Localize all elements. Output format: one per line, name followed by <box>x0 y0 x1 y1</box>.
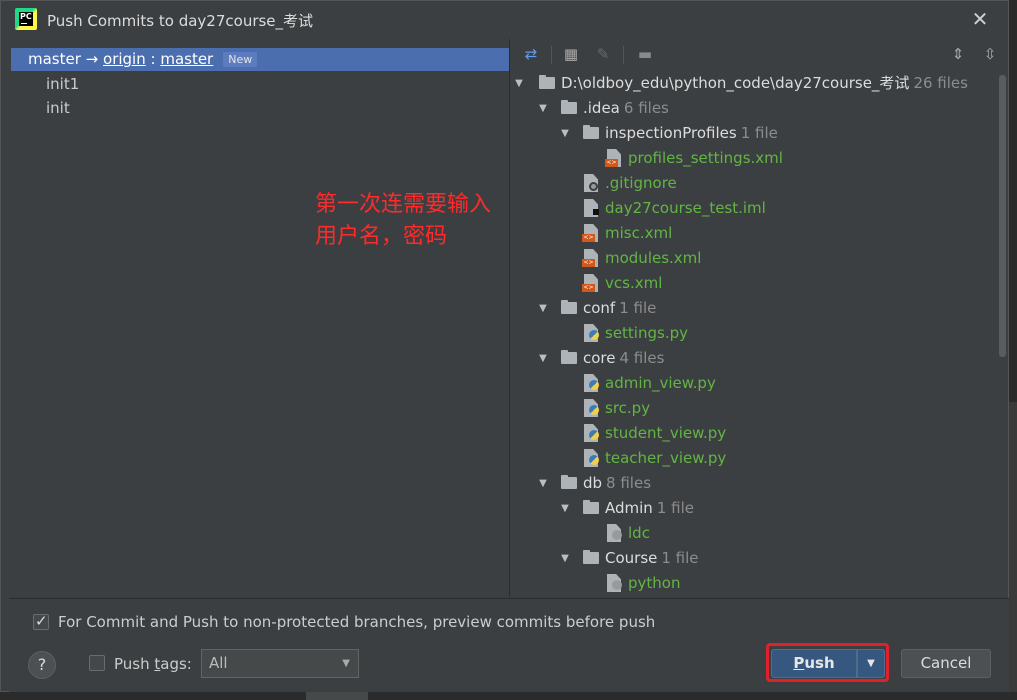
tree-node-label: Course 1 file <box>605 549 699 567</box>
tree-node-label: .idea 6 files <box>583 99 669 117</box>
background-edge <box>1009 0 1017 700</box>
title-bar: PC Push Commits to day27course_考试 ✕ <box>1 1 1008 39</box>
push-tags-label: Push tags: <box>114 655 192 673</box>
chevron-down-icon: ▼ <box>342 658 350 669</box>
push-dropdown-button[interactable]: ▼ <box>857 649 885 678</box>
cancel-button[interactable]: Cancel <box>901 649 991 678</box>
background-edge <box>0 692 1017 700</box>
file-name: teacher_view.py <box>605 449 727 467</box>
commit-item[interactable]: init1 <box>46 75 79 93</box>
bottom-panel: For Commit and Push to non-protected bra… <box>9 598 1009 693</box>
branch-arrow: → <box>80 50 104 68</box>
expand-arrow-icon[interactable]: ▼ <box>559 496 571 521</box>
push-tags-select[interactable]: All ▼ <box>201 649 359 678</box>
annotation-line: 第一次连需要输入 <box>315 192 492 217</box>
new-badge: New <box>223 52 258 67</box>
tree-node-label: core 4 files <box>583 349 665 367</box>
folder-icon <box>561 300 577 314</box>
collapse-all-icon[interactable]: ⇳ <box>980 44 1000 64</box>
dialog-title: Push Commits to day27course_考试 <box>47 12 314 30</box>
branch-row[interactable]: master → origin : master New <box>11 48 509 71</box>
remote-name-link[interactable]: origin <box>103 50 146 68</box>
preview-commits-label: For Commit and Push to non-protected bra… <box>58 613 656 631</box>
file-name: .gitignore <box>605 174 677 192</box>
file-name: ldc <box>628 524 650 542</box>
tree-node-label: conf 1 file <box>583 299 657 317</box>
expand-arrow-icon[interactable]: ▼ <box>559 546 571 571</box>
file-name: student_view.py <box>605 424 727 442</box>
file-name: vcs.xml <box>605 274 663 292</box>
tree-node-label: Admin 1 file <box>605 499 694 517</box>
file-name: src.py <box>605 399 651 417</box>
folder-icon <box>583 125 599 139</box>
preview-commits-checkbox[interactable] <box>33 612 49 630</box>
folder-icon <box>583 550 599 564</box>
file-name: day27course_test.iml <box>605 199 766 217</box>
edit-source-icon[interactable]: ✎ <box>593 44 613 64</box>
file-name: profiles_settings.xml <box>628 149 783 167</box>
expand-arrow-icon[interactable]: ▼ <box>513 71 525 96</box>
chevron-down-icon: ▼ <box>867 658 875 669</box>
tree-node-label: db 8 files <box>583 474 652 492</box>
expand-all-icon[interactable]: ⇕ <box>948 44 968 64</box>
changes-toolbar: ⇄ ▦ ✎ ▬ ⇕ ⇳ <box>511 39 1008 69</box>
expand-arrow-icon[interactable]: ▼ <box>537 296 549 321</box>
group-by-icon[interactable]: ▦ <box>561 44 581 64</box>
file-name: settings.py <box>605 324 688 342</box>
close-icon[interactable]: ✕ <box>969 8 991 30</box>
remote-branch-link[interactable]: master <box>160 50 213 68</box>
folder-icon <box>561 350 577 364</box>
folder-icon <box>561 475 577 489</box>
expand-arrow-icon[interactable]: ▼ <box>537 346 549 371</box>
push-tags-value: All <box>209 654 228 672</box>
tree-node-label: inspectionProfiles 1 file <box>605 124 778 142</box>
view-options-icon[interactable]: ▬ <box>635 44 655 64</box>
changes-pane: ⇄ ▦ ✎ ▬ ⇕ ⇳ ▼ D:\oldboy_edu\python_code\… <box>511 39 1008 597</box>
folder-icon <box>583 500 599 514</box>
annotation-line: 用户名，密码 <box>315 224 448 249</box>
push-commits-dialog: PC Push Commits to day27course_考试 ✕ mast… <box>0 0 1009 693</box>
commit-item[interactable]: init <box>46 99 70 117</box>
push-tags-checkbox[interactable] <box>89 655 105 671</box>
branch-separator: : <box>145 50 161 68</box>
folder-icon <box>539 75 555 89</box>
commits-pane: master → origin : master New init1 init 第… <box>9 39 510 597</box>
help-button[interactable]: ? <box>28 651 56 679</box>
show-diff-icon[interactable]: ⇄ <box>521 44 541 64</box>
annotation-note: 第一次连需要输入 用户名，密码 <box>315 189 535 253</box>
tree-scrollbar[interactable] <box>999 75 1006 357</box>
expand-arrow-icon[interactable]: ▼ <box>537 96 549 121</box>
file-name: misc.xml <box>605 224 673 242</box>
local-branch: master <box>28 50 81 68</box>
push-button[interactable]: Push <box>771 649 857 678</box>
expand-arrow-icon[interactable]: ▼ <box>559 121 571 146</box>
folder-icon <box>561 100 577 114</box>
expand-arrow-icon[interactable]: ▼ <box>537 471 549 496</box>
pycharm-icon: PC <box>15 8 37 30</box>
file-name: python <box>628 574 681 592</box>
file-name: admin_view.py <box>605 374 716 392</box>
file-name: modules.xml <box>605 249 702 267</box>
tree-node-label: D:\oldboy_edu\python_code\day27course_考试… <box>561 74 968 92</box>
